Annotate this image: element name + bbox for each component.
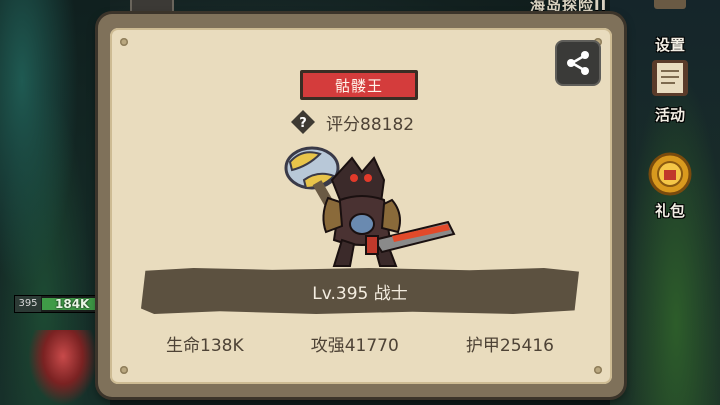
share-icon bbox=[567, 51, 589, 75]
svg-text:?: ? bbox=[299, 116, 307, 131]
background-stage-label: 海岛探险II bbox=[530, 0, 608, 14]
scroll-icon bbox=[644, 52, 696, 104]
help-icon[interactable]: ? bbox=[290, 109, 316, 135]
hp-bar-level: 395 bbox=[15, 296, 41, 312]
panel-rivet bbox=[120, 366, 128, 374]
stats-row: 生命138K 攻强41770 护甲25416 bbox=[140, 331, 580, 357]
background-hero-hp-bar: 395 184K bbox=[14, 295, 106, 313]
side-menu-activity-label: 活动 bbox=[654, 106, 685, 124]
background-top-button bbox=[130, 0, 174, 14]
level-class-bar: Lv.395 战士 bbox=[141, 268, 579, 314]
side-menu-settings[interactable]: 设置 bbox=[642, 0, 698, 55]
hero-score: 评分88182 bbox=[326, 114, 415, 135]
panel-rivet bbox=[594, 366, 602, 374]
score-row: ? 评分88182 bbox=[290, 108, 414, 136]
skeleton-king-character-sprite bbox=[262, 140, 462, 275]
side-menu-activity[interactable]: 活动 bbox=[642, 52, 698, 125]
hero-name-banner: 骷髅王 bbox=[300, 70, 418, 100]
panel-rivet bbox=[120, 38, 128, 46]
hero-level-class: Lv.395 战士 bbox=[312, 283, 408, 304]
side-menu-gift-label: 礼包 bbox=[654, 202, 685, 220]
side-menu: 设置 活动 礼包 bbox=[620, 0, 720, 405]
gear-icon bbox=[644, 0, 696, 34]
stat-hp: 生命138K bbox=[166, 336, 244, 356]
gift-pot-icon bbox=[644, 148, 696, 200]
background-hero-sprite bbox=[28, 330, 98, 405]
hp-bar-value: 184K bbox=[55, 297, 90, 311]
share-button[interactable] bbox=[555, 40, 601, 86]
stat-armor: 护甲25416 bbox=[465, 336, 554, 356]
side-menu-gift[interactable]: 礼包 bbox=[642, 148, 698, 221]
stat-attack: 攻强41770 bbox=[310, 336, 399, 356]
